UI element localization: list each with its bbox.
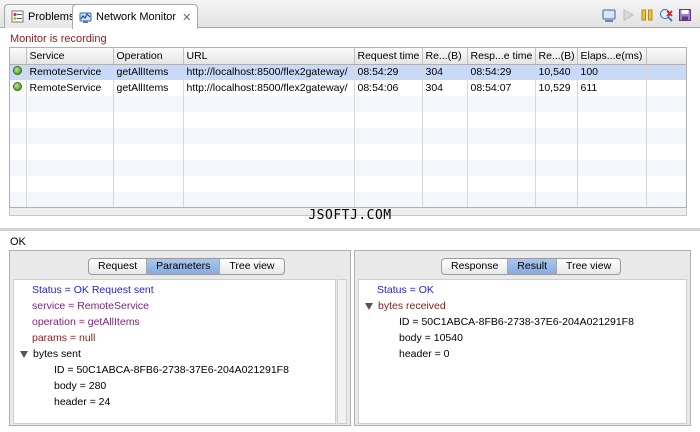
empty-row [10,112,686,128]
empty-row [10,192,686,207]
request-vertical-scrollbar[interactable] [337,279,347,424]
network-monitor-icon [79,11,92,24]
sash-divider[interactable] [0,228,700,231]
tab-problems-label: Problems [28,10,75,23]
tab-network-monitor[interactable]: Network Monitor ✕ [72,4,199,29]
cell-elapsed: 100 [577,64,647,80]
operation-line: operation = getAllItems [32,316,140,328]
resume-icon[interactable] [620,7,635,22]
bytes-received-node[interactable]: bytes received [365,300,446,312]
empty-row [10,176,686,192]
watermark-text: JSOFTJ.COM [308,208,392,223]
cell-request-time: 08:54:06 [354,80,423,96]
table-row[interactable]: RemoteService getAllItems http://localho… [10,64,686,80]
cell-operation: getAllItems [113,80,184,96]
cell-response-time: 08:54:29 [467,64,536,80]
tab-response[interactable]: Response [442,259,509,274]
tab-network-monitor-label: Network Monitor [96,11,177,23]
cell-elapsed: 611 [577,80,647,96]
cell-operation: getAllItems [113,64,184,80]
tab-result[interactable]: Result [508,259,558,274]
response-body-line: body = 10540 [399,332,463,344]
response-status-label: OK [10,236,26,248]
cell-response-size: 10,540 [535,64,578,80]
cell-response-size: 10,529 [535,80,578,96]
tab-parameters[interactable]: Parameters [147,259,221,274]
request-details: Status = OK Request sent service = Remot… [13,279,336,424]
column-header-request-size[interactable]: Re...(B) [422,48,468,65]
response-tab-switcher: Response Result Tree view [441,258,622,275]
column-header-response-time[interactable]: Resp...e time [467,48,536,65]
column-header-url[interactable]: URL [183,48,355,65]
response-pane: Response Result Tree view Status = OK by… [354,250,691,426]
problems-icon [11,10,24,23]
requests-table: Service Operation URL Request time Re...… [9,47,687,208]
empty-row [10,128,686,144]
cell-response-time: 08:54:07 [467,80,536,96]
tab-request-tree-view[interactable]: Tree view [220,259,283,274]
response-header-line: header = 0 [399,348,450,360]
suspend-icon[interactable] [639,7,654,22]
empty-row [10,144,686,160]
column-header-operation[interactable]: Operation [113,48,184,65]
view-toolbar [601,7,692,22]
request-id-line: ID = 50C1ABCA-8FB6-2738-37E6-204A021291F… [54,364,289,376]
response-status-line: Status = OK [377,284,434,296]
expanded-triangle-icon[interactable] [365,302,373,310]
expanded-triangle-icon[interactable] [20,350,28,358]
clear-entries-icon[interactable] [601,7,616,22]
empty-row [10,160,686,176]
tab-problems[interactable]: Problems [4,4,82,28]
cell-url: http://localhost:8500/flex2gateway/ [183,80,355,96]
table-header: Service Operation URL Request time Re...… [10,48,686,65]
status-ok-icon [13,66,22,76]
request-body-line: body = 280 [54,380,107,392]
empty-row [10,96,686,112]
request-tab-switcher: Request Parameters Tree view [88,258,285,275]
column-header-response-size[interactable]: Re...(B) [535,48,578,65]
params-line: params = null [32,332,96,344]
close-icon[interactable]: ✕ [182,11,191,24]
tab-response-tree-view[interactable]: Tree view [557,259,620,274]
bytes-sent-label: bytes sent [33,348,81,360]
bytes-sent-node[interactable]: bytes sent [20,348,81,360]
service-line: service = RemoteService [32,300,150,312]
cell-request-size: 304 [422,80,468,96]
disable-monitor-icon[interactable] [658,7,673,22]
column-header-request-time[interactable]: Request time [354,48,423,65]
save-icon[interactable] [677,7,692,22]
column-header-elapsed-time[interactable]: Elaps...e(ms) [577,48,647,65]
view-tab-bar: Problems Network Monitor ✕ [0,0,700,29]
request-header-line: header = 24 [54,396,111,408]
table-row[interactable]: RemoteService getAllItems http://localho… [10,80,686,96]
request-pane: Request Parameters Tree view Status = OK… [9,250,351,426]
cell-request-time: 08:54:29 [354,64,423,80]
column-header-status[interactable] [10,48,27,65]
tab-request[interactable]: Request [89,259,148,274]
cell-service: RemoteService [26,80,114,96]
bytes-received-label: bytes received [378,300,446,312]
status-ok-icon [13,82,22,91]
response-id-line: ID = 50C1ABCA-8FB6-2738-37E6-204A021291F… [399,316,634,328]
monitor-status: Monitor is recording [10,33,107,45]
response-details: Status = OK bytes received ID = 50C1ABCA… [358,279,687,424]
cell-url: http://localhost:8500/flex2gateway/ [183,64,355,80]
column-header-service[interactable]: Service [26,48,114,65]
cell-service: RemoteService [26,64,114,80]
cell-request-size: 304 [422,64,468,80]
request-status-line: Status = OK Request sent [32,284,154,296]
column-header-filler [646,48,686,65]
